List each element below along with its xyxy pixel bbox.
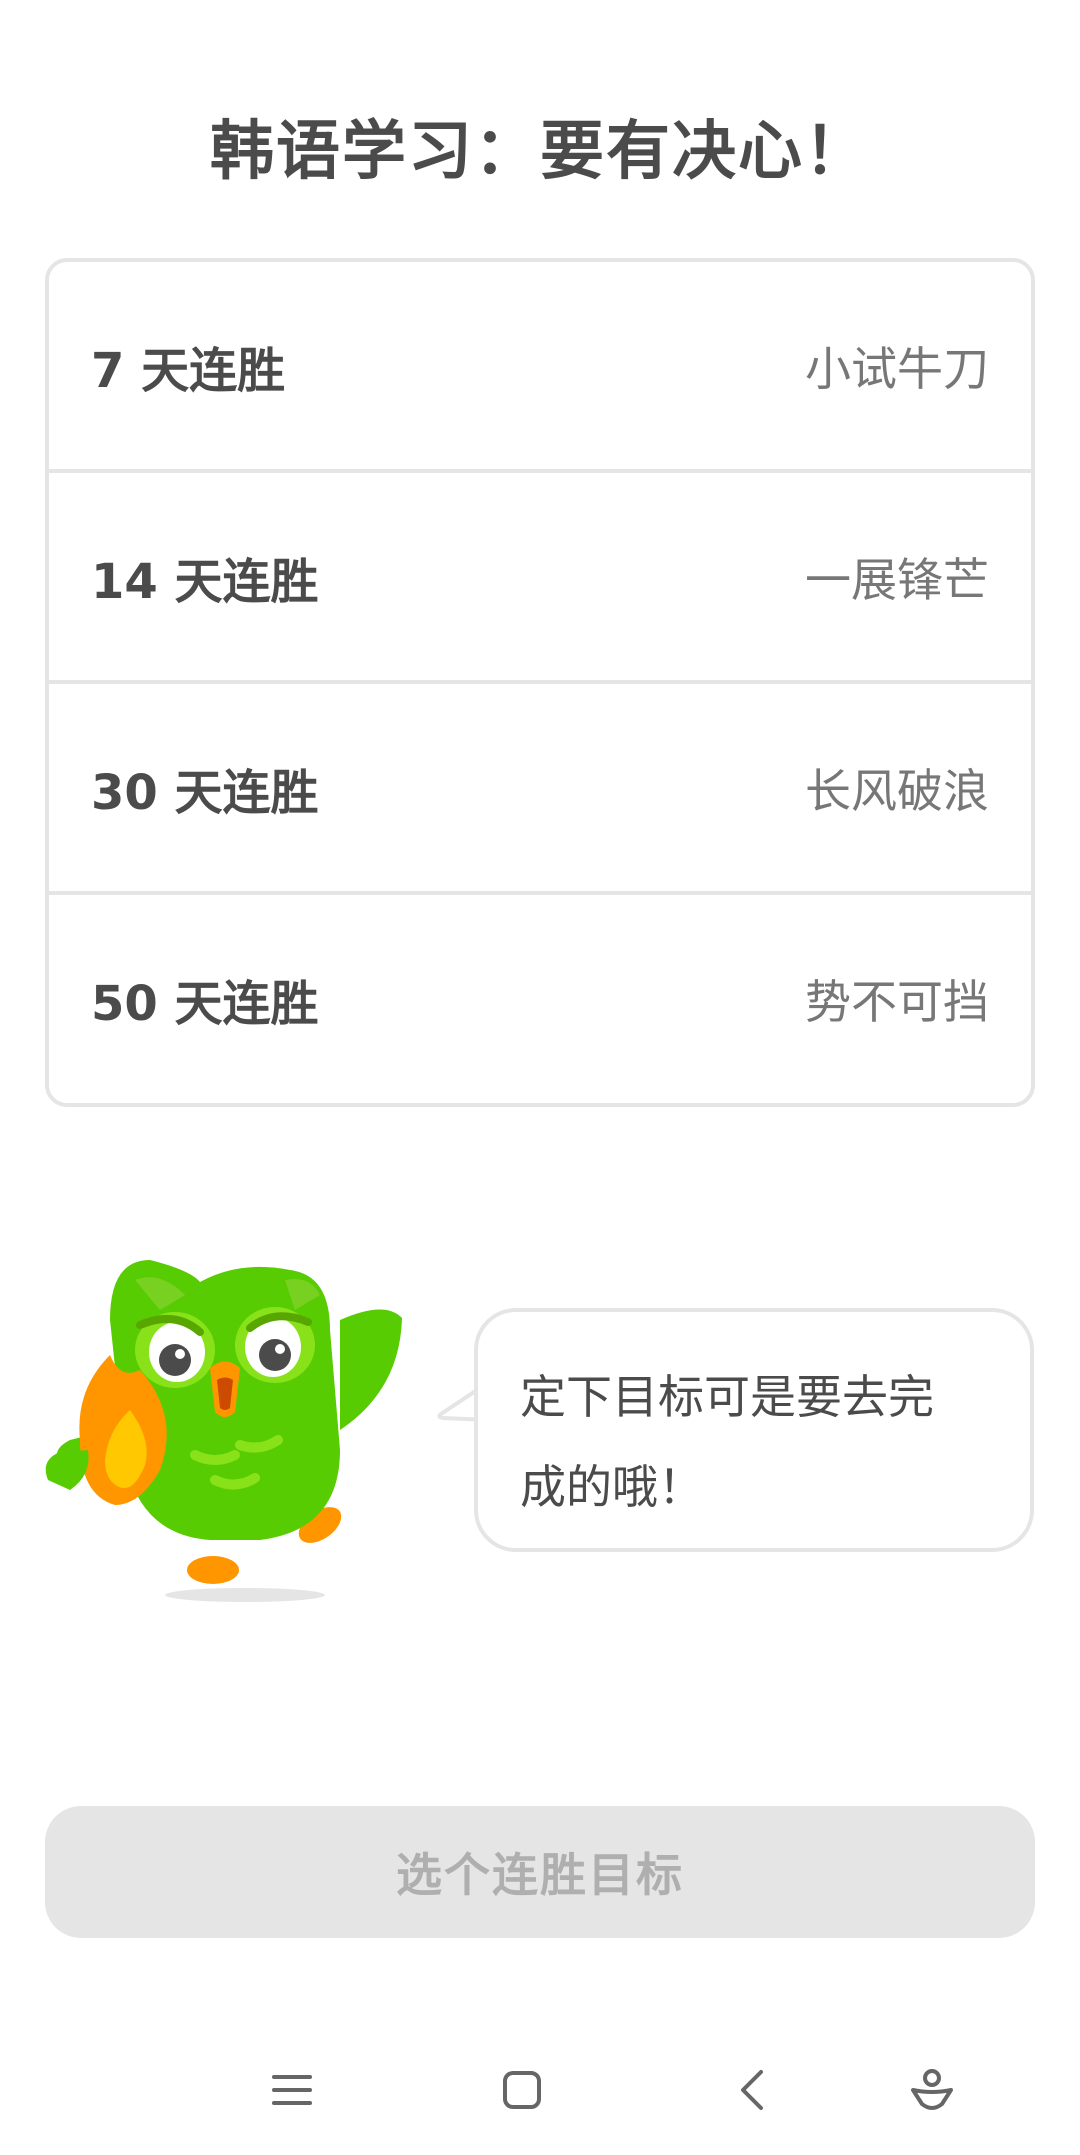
goal-option-30-days[interactable]: 30 天连胜 长风破浪 — [49, 684, 1031, 895]
page-title: 韩语学习：要有决心！ — [210, 115, 870, 189]
goal-level-label: 势不可挡 — [805, 975, 989, 1029]
goal-option-14-days[interactable]: 14 天连胜 一展锋芒 — [49, 473, 1031, 684]
speech-bubble-line: 定下目标可是要去完 — [520, 1370, 934, 1424]
goal-days-label: 50 天连胜 — [91, 976, 319, 1032]
duo-owl-with-flame-icon — [45, 1260, 402, 1602]
goal-option-50-days[interactable]: 50 天连胜 势不可挡 — [49, 895, 1031, 1103]
back-chevron-icon[interactable] — [712, 2040, 792, 2140]
speech-bubble-line: 成的哦！ — [520, 1460, 704, 1514]
goal-option-7-days[interactable]: 7 天连胜 小试牛刀 — [49, 262, 1031, 473]
choose-streak-goal-button[interactable]: 选个连胜目标 — [45, 1806, 1035, 1938]
goal-days-label: 7 天连胜 — [91, 342, 286, 399]
goal-days-label: 14 天连胜 — [91, 553, 319, 610]
home-square-icon[interactable] — [482, 2040, 562, 2140]
goal-level-label: 小试牛刀 — [805, 341, 989, 396]
system-navigation-bar — [0, 2040, 1080, 2140]
streak-goal-list: 7 天连胜 小试牛刀 14 天连胜 一展锋芒 30 天连胜 长风破浪 50 天连… — [45, 258, 1035, 1107]
goal-days-label: 30 天连胜 — [91, 764, 319, 821]
menu-icon[interactable] — [252, 2040, 332, 2140]
assistant-icon[interactable] — [892, 2040, 972, 2140]
goal-level-label: 长风破浪 — [805, 763, 989, 818]
goal-level-label: 一展锋芒 — [805, 552, 989, 607]
speech-bubble: 定下目标可是要去完 成的哦！ — [474, 1308, 1034, 1552]
